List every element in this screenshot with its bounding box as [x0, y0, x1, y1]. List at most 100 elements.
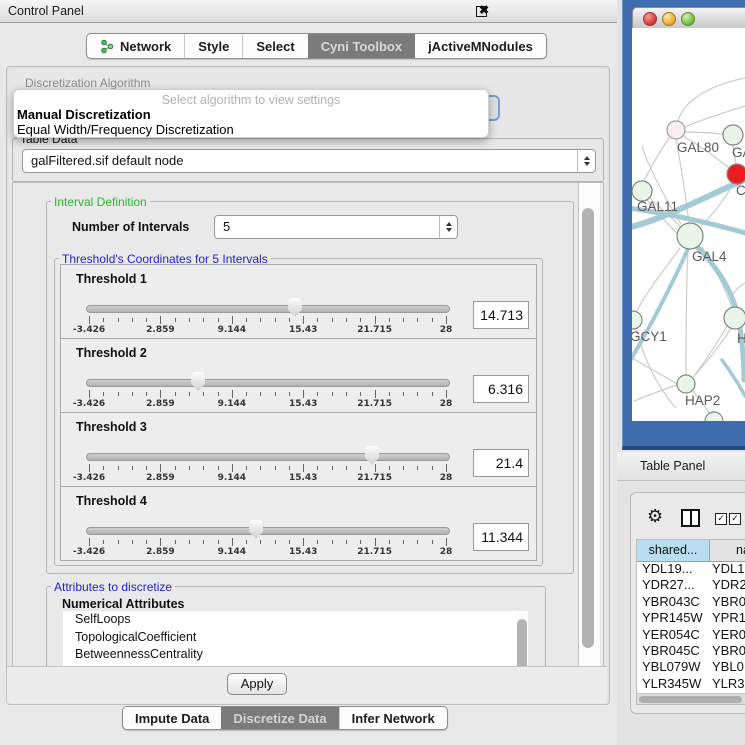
- slider-track[interactable]: [86, 453, 450, 461]
- num-intervals-combobox[interactable]: 5: [214, 215, 458, 239]
- threshold-label: Threshold 1: [76, 272, 147, 286]
- threshold-value-field[interactable]: 21.4: [473, 449, 529, 477]
- threshold-label: Threshold 3: [76, 420, 147, 434]
- slider-tick-labels: -3.4262.8599.14415.4321.71528: [61, 325, 536, 336]
- tab-network[interactable]: Network: [87, 34, 184, 58]
- table-header-row: shared... na: [637, 540, 745, 562]
- tab-select[interactable]: Select: [242, 34, 307, 58]
- tab-jactivemnodules[interactable]: jActiveMNodules: [415, 34, 546, 58]
- checkbox-icon[interactable]: ✓: [715, 513, 727, 525]
- tab-discretize-data[interactable]: Discretize Data: [221, 707, 338, 729]
- scrollbar-thumb[interactable]: [517, 619, 527, 666]
- table-row[interactable]: YBR045CYBR0: [637, 643, 745, 659]
- network-node[interactable]: [677, 375, 695, 393]
- threshold-row: Threshold 4 -3.4262.8599.14415.4321.7152…: [60, 486, 537, 561]
- network-node-label: H: [737, 331, 745, 346]
- slider-track[interactable]: [86, 527, 450, 535]
- slider-thumb[interactable]: [191, 372, 205, 391]
- attributes-scrollbar[interactable]: [515, 611, 528, 666]
- table-row[interactable]: YBR043CYBR0: [637, 594, 745, 610]
- attribute-list-item[interactable]: TopologicalCoefficient: [63, 629, 515, 647]
- minimize-traffic-light-icon[interactable]: [662, 12, 676, 26]
- table-row[interactable]: YPR145WYPR1: [637, 610, 745, 626]
- bottom-tab-bar: Impute Data Discretize Data Infer Networ…: [122, 706, 448, 730]
- threshold-value-field[interactable]: 11.344: [473, 523, 529, 551]
- table-row[interactable]: YLR345WYLR3: [637, 676, 745, 692]
- gear-icon[interactable]: ⚙: [647, 507, 663, 525]
- network-node[interactable]: [667, 121, 685, 139]
- network-node[interactable]: [723, 125, 743, 145]
- network-node[interactable]: [705, 412, 723, 421]
- threshold-label: Threshold 2: [76, 346, 147, 360]
- table-rows: YDL19...YDL1YDR27...YDR2YBR043CYBR0YPR14…: [637, 561, 745, 694]
- table-row[interactable]: YER054CYER0: [637, 627, 745, 643]
- table-data-combobox[interactable]: galFiltered.sif default node: [22, 149, 596, 173]
- slider-thumb[interactable]: [249, 520, 263, 539]
- tab-label: Network: [120, 39, 171, 54]
- slider-tick-labels: -3.4262.8599.14415.4321.71528: [61, 399, 536, 410]
- slider-ticks: [61, 316, 536, 325]
- slider-track[interactable]: [86, 305, 450, 313]
- threshold-value-field[interactable]: 6.316: [473, 375, 529, 403]
- combo-spinner-icon[interactable]: [577, 150, 595, 172]
- tab-cyni-toolbox[interactable]: Cyni Toolbox: [308, 34, 415, 58]
- attributes-list[interactable]: SelfLoopsTopologicalCoefficientBetweenne…: [63, 611, 515, 666]
- scrollbar-thumb[interactable]: [639, 696, 742, 703]
- close-traffic-light-icon[interactable]: [643, 12, 657, 26]
- table-panel-titlebar: Table Panel: [617, 452, 745, 481]
- network-node-label: C: [736, 183, 745, 198]
- vertical-scrollbar[interactable]: [578, 183, 600, 667]
- network-icon: [100, 39, 115, 54]
- threshold-row: Threshold 3 -3.4262.8599.14415.4321.7152…: [60, 412, 537, 487]
- panel-title: Control Panel: [8, 4, 84, 18]
- checkbox-icon[interactable]: ✓: [729, 513, 741, 525]
- column-header-name[interactable]: na: [710, 540, 745, 561]
- slider-thumb[interactable]: [288, 298, 302, 317]
- scrollbar-thumb[interactable]: [582, 208, 594, 648]
- network-node-label: GA: [732, 145, 745, 160]
- dropdown-option-equal-width[interactable]: Equal Width/Frequency Discretization: [17, 122, 234, 137]
- network-node-label: GCY1: [632, 329, 667, 344]
- dropdown-option-manual[interactable]: Manual Discretization: [17, 107, 151, 122]
- apply-button[interactable]: Apply: [227, 673, 287, 695]
- network-node[interactable]: [727, 164, 745, 184]
- horizontal-scrollbar[interactable]: [637, 693, 745, 704]
- attribute-list-item[interactable]: SelfLoops: [63, 611, 515, 629]
- num-intervals-label: Number of Intervals: [72, 220, 189, 234]
- slider-track[interactable]: [86, 379, 450, 387]
- table-row[interactable]: YDR27...YDR2: [637, 577, 745, 593]
- numerical-attributes-label: Numerical Attributes: [62, 597, 184, 611]
- split-columns-icon[interactable]: [681, 509, 700, 527]
- network-node-label: HAP2: [685, 393, 720, 408]
- close-icon[interactable]: ✖: [479, 3, 489, 17]
- top-tab-bar: Network Style Select Cyni Toolbox jActiv…: [86, 33, 547, 59]
- table-panel-title: Table Panel: [640, 459, 705, 473]
- attribute-list-item[interactable]: BetweennessCentrality: [63, 646, 515, 664]
- threshold-value-field[interactable]: 14.713: [473, 301, 529, 329]
- network-view-canvas[interactable]: GAL80GACGAL11GAL4GCY1HHAP2: [632, 28, 745, 421]
- algorithm-group-title: Discretization Algorithm: [22, 76, 153, 90]
- network-node-label: GAL11: [637, 199, 678, 214]
- network-node[interactable]: [632, 181, 652, 201]
- apply-toolbar: [7, 666, 607, 703]
- network-nodes[interactable]: GAL80GACGAL11GAL4GCY1HHAP2: [632, 121, 745, 421]
- zoom-traffic-light-icon[interactable]: [681, 12, 695, 26]
- slider-tick-labels: -3.4262.8599.14415.4321.71528: [61, 473, 536, 484]
- interval-definition-title: Interval Definition: [51, 195, 150, 209]
- combo-spinner-icon[interactable]: [439, 216, 457, 238]
- network-node[interactable]: [724, 307, 745, 329]
- slider-thumb[interactable]: [365, 446, 379, 465]
- tab-infer-network[interactable]: Infer Network: [339, 707, 447, 729]
- network-window-titlebar[interactable]: [632, 7, 745, 30]
- column-header-shared-name[interactable]: shared...: [637, 540, 710, 561]
- table-row[interactable]: YDL19...YDL1: [637, 561, 745, 577]
- app-root: Control Panel ✖ Network Style Select Cyn…: [0, 0, 745, 745]
- network-node[interactable]: [677, 223, 703, 249]
- threshold-row: Threshold 1 -3.4262.8599.14415.4321.7152…: [60, 264, 537, 339]
- tab-impute-data[interactable]: Impute Data: [123, 707, 221, 729]
- attributes-group-title: Attributes to discretize: [51, 580, 175, 594]
- network-node[interactable]: [632, 311, 642, 329]
- tab-style[interactable]: Style: [184, 34, 242, 58]
- table-panel-body: ⚙ ✓ ✓ shared... na YDL19...YDL1YDR27...Y…: [630, 492, 745, 714]
- table-row[interactable]: YBL079WYBL0: [637, 659, 745, 675]
